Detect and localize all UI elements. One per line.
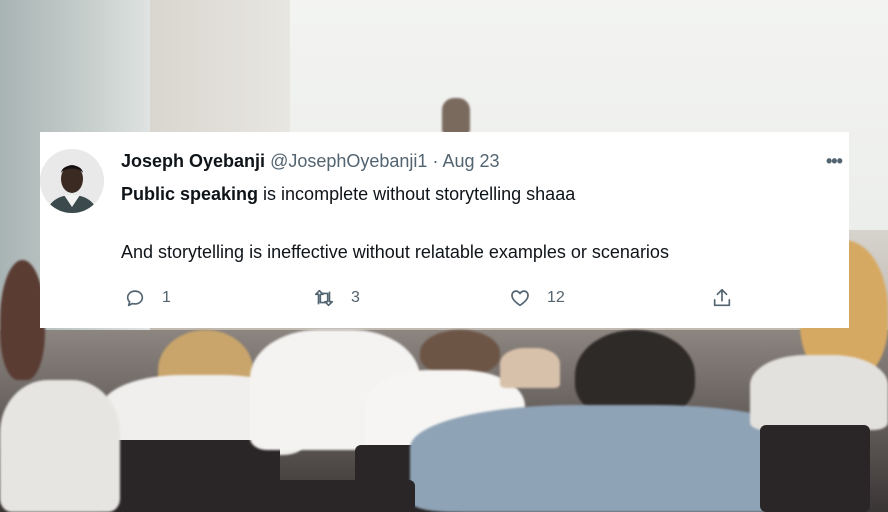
retweet-icon bbox=[314, 289, 334, 307]
tweet-text-line-1: Public speaking is incomplete without st… bbox=[121, 183, 575, 205]
reply-icon bbox=[126, 290, 144, 307]
tweet-header: Joseph Oyebanji @JosephOyebanji1 · Aug 2… bbox=[121, 150, 500, 172]
handle[interactable]: @JosephOyebanji1 bbox=[270, 151, 427, 171]
retweet-count: 3 bbox=[351, 289, 360, 306]
tweet-text-bold: Public speaking bbox=[121, 184, 259, 204]
separator: · bbox=[432, 151, 439, 171]
avatar[interactable] bbox=[40, 149, 104, 213]
share-button[interactable] bbox=[711, 287, 733, 309]
display-name[interactable]: Joseph Oyebanji bbox=[121, 151, 265, 171]
reply-count: 1 bbox=[162, 289, 171, 306]
retweet-button[interactable]: 3 bbox=[313, 287, 360, 309]
tweet-actions: 1 3 12 bbox=[0, 287, 888, 313]
like-button[interactable]: 12 bbox=[509, 287, 565, 309]
timestamp[interactable]: Aug 23 bbox=[442, 151, 499, 171]
more-icon[interactable]: ••• bbox=[826, 150, 843, 172]
share-icon bbox=[713, 288, 731, 307]
tweet-text-rest: is incomplete without storytelling shaaa bbox=[258, 184, 576, 204]
tweet-text-line-2: And storytelling is ineffective without … bbox=[121, 242, 669, 262]
reply-button[interactable]: 1 bbox=[124, 287, 171, 309]
like-count: 12 bbox=[547, 289, 565, 306]
like-icon bbox=[511, 290, 529, 307]
